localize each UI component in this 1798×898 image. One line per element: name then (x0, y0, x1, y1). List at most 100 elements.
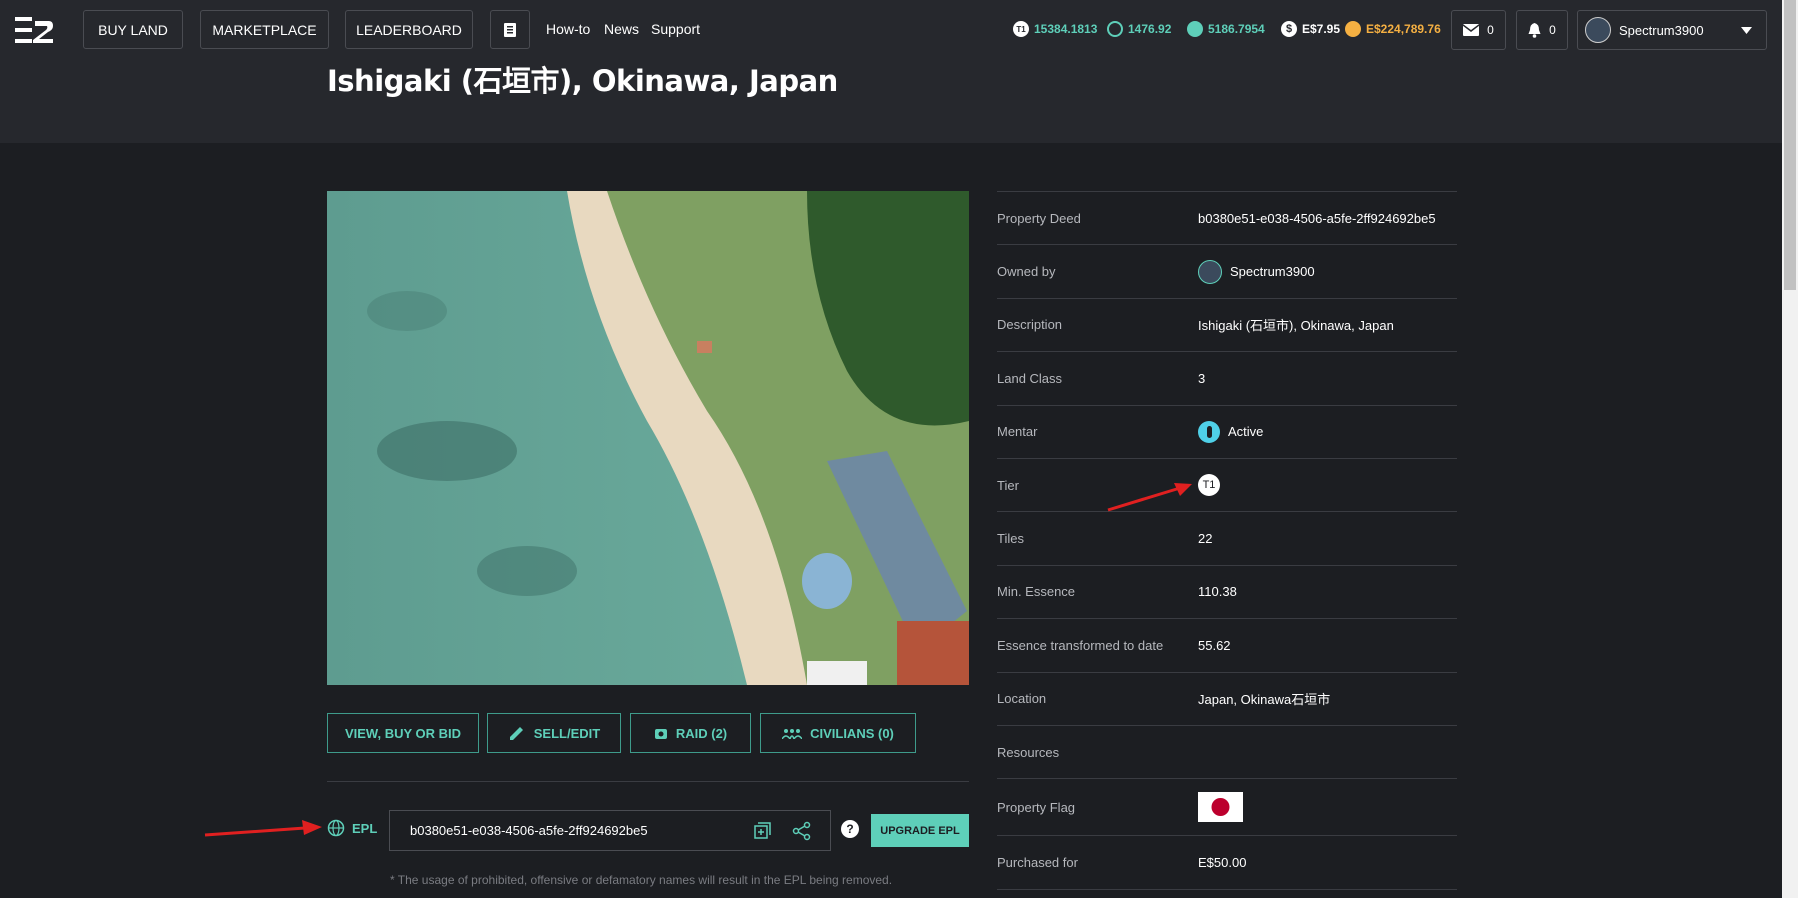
howto-link[interactable]: How-to (546, 21, 590, 37)
mail-icon (1463, 24, 1480, 36)
scrollbar-thumb[interactable] (1784, 0, 1796, 290)
row-min-essence: Min. Essence 110.38 (997, 564, 1457, 618)
row-tiles: Tiles 22 (997, 511, 1457, 564)
coin-icon (1345, 21, 1361, 37)
currency-value: 15384.1813 (1034, 22, 1098, 36)
dollar-icon: $ (1281, 21, 1297, 37)
user-menu[interactable]: Spectrum3900 (1577, 10, 1767, 50)
prop-key: Min. Essence (997, 584, 1076, 600)
prop-key: Essence transformed to date (997, 637, 1164, 653)
row-purchased-for: Purchased for E$50.00 (997, 835, 1457, 888)
e2-logo[interactable] (15, 17, 55, 43)
row-tier: Tier T1 (997, 457, 1457, 511)
prop-key: Resources (997, 744, 1060, 760)
red-arrow-annotation-epl (204, 820, 322, 837)
prop-key: Property Deed (997, 210, 1081, 226)
epl-label: EPL (327, 819, 377, 837)
people-icon (782, 729, 803, 739)
satellite-map-image (327, 191, 969, 685)
sell-edit-button[interactable]: SELL/EDIT (487, 713, 621, 753)
currency-dollar[interactable]: $ E$7.95 (1281, 21, 1340, 37)
pencil-icon (509, 727, 523, 740)
row-owned-by: Owned by Spectrum3900 (997, 244, 1457, 297)
upgrade-epl-button[interactable]: UPGRADE EPL (871, 814, 969, 847)
notif-count: 0 (1549, 23, 1556, 37)
share-icon[interactable] (792, 821, 812, 841)
civilians-button[interactable]: CIVILIANS (0) (760, 713, 916, 753)
sell-edit-label: SELL/EDIT (533, 725, 601, 741)
tier-value: T1 (1198, 474, 1220, 497)
row-property-deed: Property Deed b0380e51-e038-4506-a5fe-2f… (997, 191, 1457, 244)
prop-key: Description (997, 317, 1063, 333)
scrollbar[interactable] (1782, 0, 1798, 898)
currency-gem[interactable]: 5186.7954 (1187, 21, 1265, 37)
globe-icon (327, 819, 345, 837)
t1-icon: T1 (1013, 21, 1029, 37)
row-land-class: Land Class 3 (997, 351, 1457, 404)
currency-essence[interactable]: 1476.92 (1107, 21, 1171, 37)
table-bottom-border (997, 888, 1457, 890)
prop-key: Property Flag (997, 799, 1076, 815)
page-title: Ishigaki (石垣市), Okinawa, Japan (327, 64, 838, 98)
buy-land-button[interactable]: BUY LAND (83, 10, 183, 49)
row-description: Description Ishigaki (石垣市), Okinawa, Jap… (997, 297, 1457, 351)
japan-flag-icon (1198, 792, 1243, 823)
prop-key: Land Class (997, 370, 1063, 386)
prop-value: 22 (1198, 531, 1213, 547)
prop-value: E$50.00 (1198, 854, 1247, 870)
essence-icon (1107, 21, 1123, 37)
prop-value: 3 (1198, 370, 1206, 386)
prop-key: Owned by (997, 264, 1056, 280)
news-link[interactable]: News (604, 21, 639, 37)
prop-value: 110.38 (1198, 584, 1237, 600)
book-button[interactable] (490, 10, 530, 49)
divider (327, 781, 969, 782)
epl-input[interactable]: b0380e51-e038-4506-a5fe-2ff924692be5 (389, 810, 831, 851)
owner-name: Spectrum3900 (1230, 264, 1315, 280)
red-arrow-annotation-tier (1107, 483, 1192, 512)
support-link[interactable]: Support (651, 21, 700, 37)
marketplace-button[interactable]: MARKETPLACE (200, 10, 329, 49)
bell-icon (1528, 22, 1541, 38)
epl-value: b0380e51-e038-4506-a5fe-2ff924692be5 (410, 823, 648, 838)
leaderboard-button[interactable]: LEADERBOARD (345, 10, 473, 49)
owner-value[interactable]: Spectrum3900 (1198, 259, 1315, 284)
mentar-status: Active (1228, 424, 1264, 440)
prop-value: Japan, Okinawa石垣市 (1198, 692, 1331, 708)
mentar-icon (1198, 420, 1220, 443)
prop-value: 55.62 (1198, 637, 1231, 653)
chevron-down-icon (1741, 27, 1752, 34)
row-property-flag: Property Flag (997, 778, 1457, 835)
raid-label: RAID (2) (675, 725, 728, 741)
avatar (1585, 17, 1611, 43)
row-mentar: Mentar Active (997, 404, 1457, 458)
gem-icon (1187, 21, 1203, 37)
epl-note: * The usage of prohibited, offensive or … (390, 873, 893, 887)
currency-value: 1476.92 (1128, 22, 1172, 36)
help-icon[interactable]: ? (841, 820, 859, 838)
row-essence-transformed: Essence transformed to date 55.62 (997, 618, 1457, 671)
raid-button[interactable]: RAID (2) (630, 713, 751, 753)
tier-badge: T1 (1198, 474, 1220, 497)
currency-coin[interactable]: E$224,789.76 (1345, 21, 1441, 37)
book-icon (504, 22, 516, 37)
copy-add-icon[interactable] (752, 821, 772, 841)
raid-icon (654, 729, 667, 739)
owner-avatar (1198, 259, 1222, 284)
currency-value: E$224,789.76 (1366, 22, 1441, 36)
mail-button[interactable]: 0 (1451, 10, 1506, 50)
currency-value: 5186.7954 (1208, 22, 1265, 36)
view-buy-bid-button[interactable]: VIEW, BUY OR BID (327, 713, 479, 753)
notifications-button[interactable]: 0 (1516, 10, 1568, 50)
prop-key: Mentar (997, 424, 1038, 440)
prop-key: Purchased for (997, 854, 1078, 870)
currency-value: E$7.95 (1302, 22, 1341, 36)
row-resources: Resources (997, 724, 1457, 778)
currency-t1[interactable]: T1 15384.1813 (1013, 21, 1097, 37)
row-location: Location Japan, Okinawa石垣市 (997, 671, 1457, 725)
top-navbar: BUY LAND MARKETPLACE LEADERBOARD How-to … (0, 0, 1782, 59)
flag-value (1198, 792, 1243, 823)
epl-label-text: EPL (352, 820, 378, 836)
prop-key: Location (997, 691, 1047, 707)
prop-value: b0380e51-e038-4506-a5fe-2ff924692be5 (1198, 210, 1436, 226)
